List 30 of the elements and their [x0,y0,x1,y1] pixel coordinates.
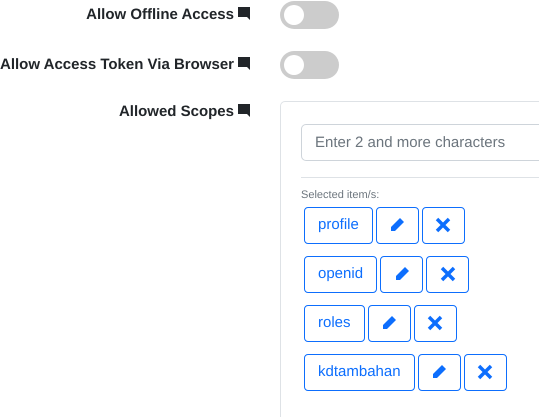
search-field[interactable]: Enter 2 and more characters [301,124,539,161]
remove-button[interactable] [422,206,465,244]
comment-icon [238,104,250,117]
toggle-switch[interactable] [280,51,339,79]
remove-button[interactable] [426,256,470,292]
pencil-icon [381,315,398,331]
pencil-icon [394,266,410,282]
scope-item[interactable]: profile [304,206,373,244]
pencil-icon [431,364,448,380]
pencil-icon [389,217,406,233]
field-label: Allow Offline Access [86,6,234,23]
edit-button[interactable] [376,206,419,244]
selected-items-label: Selected item/s: [301,188,380,203]
comment-icon [238,7,250,20]
close-icon [440,266,456,282]
edit-button[interactable] [418,354,461,390]
remove-button[interactable] [464,354,507,390]
comment-icon [238,57,250,70]
scope-item[interactable]: kdtambahan [304,354,415,390]
edit-button[interactable] [368,304,411,342]
close-icon [427,315,444,331]
close-icon [435,217,452,233]
remove-button[interactable] [414,304,457,342]
close-icon [477,364,494,380]
field-label: Allowed Scopes [118,103,234,120]
scope-item[interactable]: openid [304,256,378,292]
toggle-switch[interactable] [280,1,339,29]
edit-button[interactable] [380,256,424,292]
scope-item[interactable]: roles [304,304,365,342]
field-label: Allow Access Token Via Browser [0,56,234,73]
